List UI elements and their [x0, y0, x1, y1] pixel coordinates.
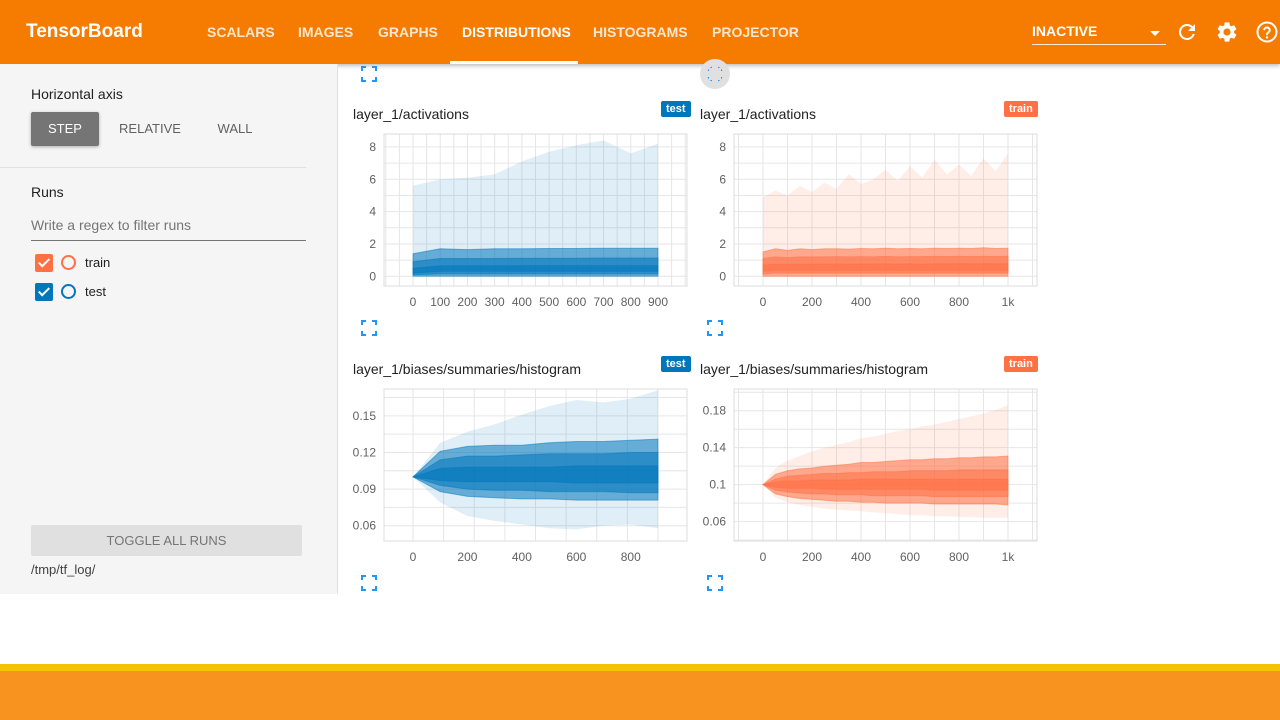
- status-select-value: INACTIVE: [1032, 23, 1098, 39]
- tab-scalars[interactable]: SCALARS: [207, 0, 275, 64]
- distribution-band-3: [762, 263, 1009, 272]
- x-tick-label: 800: [949, 550, 969, 564]
- x-tick-label: 800: [621, 550, 641, 564]
- tab-histograms[interactable]: HISTOGRAMS: [593, 0, 688, 64]
- settings-gear-icon[interactable]: [1215, 20, 1239, 44]
- x-tick-label: 200: [457, 550, 477, 564]
- x-tick-label: 1k: [1002, 550, 1016, 564]
- sidebar: Horizontal axis STEP RELATIVE WALL Runs …: [0, 64, 338, 594]
- log-directory: /tmp/tf_log/: [31, 562, 96, 577]
- run-name-test: test: [85, 284, 106, 299]
- top-app-bar: TensorBoard SCALARS IMAGES GRAPHS DISTRI…: [0, 0, 1280, 64]
- x-tick-label: 800: [949, 295, 969, 309]
- x-tick-label: 200: [457, 295, 477, 309]
- tab-images[interactable]: IMAGES: [298, 0, 353, 64]
- dropdown-caret-icon: [1150, 31, 1160, 36]
- x-tick-label: 0: [410, 550, 417, 564]
- distribution-band-3: [762, 478, 1009, 491]
- distribution-band-3: [412, 465, 659, 484]
- axis-relative-button[interactable]: RELATIVE: [108, 112, 192, 146]
- sidebar-divider: [0, 167, 306, 168]
- x-tick-label: 0: [760, 550, 767, 564]
- run-badge-test: test: [661, 101, 691, 117]
- help-icon[interactable]: [1255, 20, 1279, 44]
- expand-chart-icon[interactable]: [707, 320, 723, 336]
- x-tick-label: 400: [851, 295, 871, 309]
- axis-step-button[interactable]: STEP: [31, 112, 99, 146]
- y-tick-label: 0.12: [353, 445, 377, 459]
- tab-projector[interactable]: PROJECTOR: [712, 0, 799, 64]
- x-tick-label: 300: [485, 295, 505, 309]
- x-tick-label: 1k: [1002, 295, 1016, 309]
- y-tick-label: 8: [369, 140, 376, 154]
- run-badge-test: test: [661, 356, 691, 372]
- x-tick-label: 200: [802, 295, 822, 309]
- status-select[interactable]: INACTIVE: [1032, 20, 1166, 45]
- y-tick-label: 0.09: [353, 482, 377, 496]
- y-tick-label: 0: [719, 269, 726, 283]
- tab-graphs[interactable]: GRAPHS: [378, 0, 438, 64]
- y-tick-label: 6: [719, 172, 726, 186]
- app-title: TensorBoard: [26, 21, 143, 42]
- x-tick-label: 200: [802, 550, 822, 564]
- y-tick-label: 6: [369, 172, 376, 186]
- tab-distributions[interactable]: DISTRIBUTIONS: [462, 0, 571, 64]
- x-tick-label: 400: [512, 295, 532, 309]
- expand-chart-icon[interactable]: [361, 66, 377, 82]
- y-tick-label: 0.15: [353, 409, 377, 423]
- chart-title-biases-train: layer_1/biases/summaries/histogram: [700, 361, 928, 377]
- y-tick-label: 4: [719, 205, 726, 219]
- run-checkbox-test[interactable]: [35, 283, 53, 301]
- distribution-chart-activations-test: 0 100 200 300 400 500 600 700 800 900 0 2 4 6 8: [369, 133, 688, 309]
- x-tick-label: 900: [648, 295, 668, 309]
- run-checkbox-train[interactable]: [35, 254, 53, 272]
- footer-accent-strip: [0, 664, 1280, 671]
- run-badge-train: train: [1004, 356, 1038, 372]
- y-tick-label: 0.14: [703, 441, 727, 455]
- run-color-ring-test[interactable]: [61, 284, 76, 299]
- x-tick-label: 600: [900, 550, 920, 564]
- run-filter-input[interactable]: Write a regex to filter runs: [31, 214, 306, 241]
- x-tick-label: 700: [594, 295, 614, 309]
- y-tick-label: 0.06: [353, 519, 377, 533]
- x-tick-label: 600: [566, 550, 586, 564]
- chart-title-activations-train: layer_1/activations: [700, 106, 816, 122]
- distribution-chart-activations-train: 0 200 400 600 800 1k 0 2 4 6 8: [719, 133, 1038, 309]
- x-tick-label: 600: [566, 295, 586, 309]
- x-tick-label: 500: [539, 295, 559, 309]
- y-tick-label: 0.1: [709, 478, 726, 492]
- x-tick-label: 400: [512, 550, 532, 564]
- x-tick-label: 0: [760, 295, 767, 309]
- expand-chart-icon[interactable]: [707, 66, 723, 82]
- footer-bar: [0, 671, 1280, 720]
- toggle-all-runs-button[interactable]: TOGGLE ALL RUNS: [31, 525, 302, 556]
- y-tick-label: 2: [369, 237, 376, 251]
- y-tick-label: 2: [719, 237, 726, 251]
- x-tick-label: 400: [851, 550, 871, 564]
- x-tick-label: 600: [900, 295, 920, 309]
- x-tick-label: 800: [621, 295, 641, 309]
- expand-chart-icon[interactable]: [361, 320, 377, 336]
- run-name-train: train: [85, 255, 111, 270]
- axis-wall-button[interactable]: WALL: [200, 112, 270, 146]
- run-color-ring-train[interactable]: [61, 255, 76, 270]
- distribution-chart-biases-train: 0 200 400 600 800 1k 0.06 0.1 0.14 0.18: [703, 388, 1038, 564]
- distributions-panel: layer_1/activations test 0 100 200 300 400 50…: [339, 64, 1280, 594]
- y-tick-label: 8: [719, 140, 726, 154]
- x-tick-label: 0: [410, 295, 417, 309]
- runs-label: Runs: [31, 184, 64, 200]
- chart-title-biases-test: layer_1/biases/summaries/histogram: [353, 361, 581, 377]
- horizontal-axis-label: Horizontal axis: [31, 86, 123, 102]
- y-tick-label: 0.06: [703, 515, 727, 529]
- y-tick-label: 0: [369, 269, 376, 283]
- y-tick-label: 4: [369, 205, 376, 219]
- chart-title-activations-test: layer_1/activations: [353, 106, 469, 122]
- y-tick-label: 0.18: [703, 404, 727, 418]
- expand-chart-icon[interactable]: [361, 575, 377, 591]
- expand-chart-icon[interactable]: [707, 575, 723, 591]
- run-badge-train: train: [1004, 101, 1038, 117]
- refresh-icon[interactable]: [1175, 20, 1199, 44]
- distribution-chart-biases-test: 0 200 400 600 800 0.06 0.09 0.12 0.15: [353, 388, 688, 564]
- x-tick-label: 100: [430, 295, 450, 309]
